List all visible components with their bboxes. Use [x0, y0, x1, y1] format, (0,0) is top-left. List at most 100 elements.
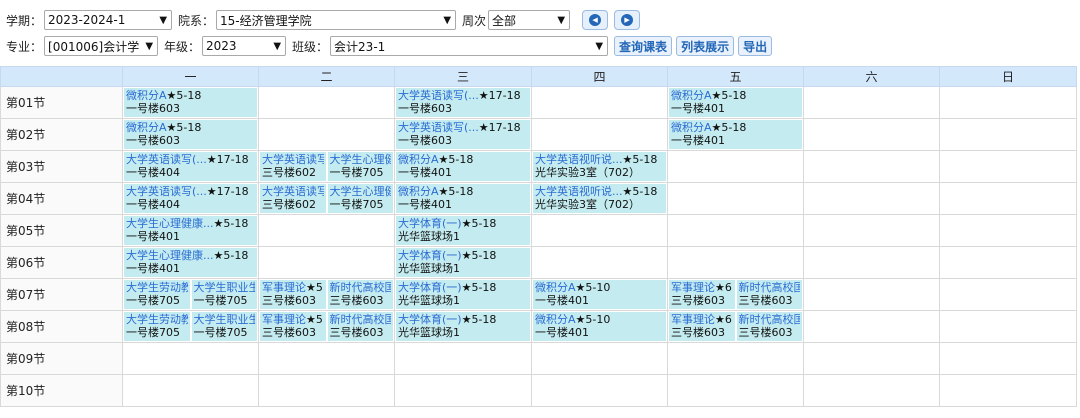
course-block[interactable]: 大学英语读写(...★17-18 一号楼404	[124, 184, 257, 213]
course-name[interactable]: 大学体育(一)	[398, 313, 462, 326]
course-block[interactable]: 新时代高校国 三号楼603	[736, 312, 802, 341]
export-button[interactable]: 导出	[738, 36, 773, 56]
course-block[interactable]: 新时代高校国 三号楼603	[736, 280, 802, 309]
course-block[interactable]: 微积分A★5-10 一号楼401	[533, 312, 666, 341]
course-block[interactable]: 大学体育(一)★5-18 光华篮球场1	[396, 216, 530, 245]
course-block[interactable]: 大学体育(一)★5-18 光华篮球场1	[396, 312, 530, 341]
course-name[interactable]: 新时代高校国	[739, 281, 801, 294]
course-name[interactable]: 微积分A	[398, 185, 439, 198]
course-name[interactable]: 大学生劳动教	[126, 313, 188, 326]
course-block[interactable]: 大学英语读写(...★17-18 一号楼603	[396, 120, 530, 149]
course-block[interactable]: 微积分A★5-18 一号楼401	[669, 88, 802, 117]
course-room: 一号楼705	[126, 326, 180, 339]
course-group: 微积分A★5-18 一号楼603	[124, 88, 257, 117]
course-name[interactable]: 大学生职业生	[194, 313, 256, 326]
course-name[interactable]: 微积分A	[535, 281, 576, 294]
course-name[interactable]: 大学生劳动教	[126, 281, 188, 294]
course-block[interactable]: 新时代高校国 三号楼603	[327, 280, 393, 309]
course-name[interactable]: 大学生心理健康...	[126, 217, 214, 230]
course-block[interactable]: 军事理论★5 三号楼603	[260, 312, 326, 341]
course-block[interactable]: 大学生劳动教 一号楼705	[124, 312, 190, 341]
course-name[interactable]: 大学英语视听说...	[535, 185, 623, 198]
course-weeks: ★5-18	[213, 249, 249, 262]
course-group: 大学英语读写(...★17-18 一号楼603	[396, 88, 530, 117]
course-name[interactable]: 大学英语读写	[262, 185, 324, 198]
course-block[interactable]: 新时代高校国 三号楼603	[327, 312, 393, 341]
course-name[interactable]: 军事理论	[262, 281, 306, 294]
course-name[interactable]: 大学生心理健	[330, 153, 392, 166]
course-block[interactable]: 微积分A★5-18 一号楼401	[669, 120, 802, 149]
course-block[interactable]: 微积分A★5-18 一号楼401	[396, 184, 530, 213]
course-name[interactable]: 微积分A	[398, 153, 439, 166]
course-name[interactable]: 军事理论	[671, 281, 715, 294]
course-name[interactable]: 新时代高校国	[739, 313, 801, 326]
course-name[interactable]: 大学英语读写(...	[398, 89, 479, 102]
grade-select[interactable]: 2023 ▼	[202, 36, 287, 56]
course-name[interactable]: 微积分A	[535, 313, 576, 326]
course-name[interactable]: 微积分A	[126, 121, 167, 134]
course-name[interactable]: 微积分A	[671, 121, 712, 134]
course-name[interactable]: 微积分A	[126, 89, 167, 102]
term-select[interactable]: 2023-2024-1 ▼	[44, 10, 173, 30]
course-block[interactable]: 大学生职业生 一号楼705	[191, 312, 257, 341]
schedule-cell	[258, 118, 395, 151]
course-block[interactable]: 大学英语读写(...★17-18 一号楼603	[396, 88, 530, 117]
course-name[interactable]: 大学生心理健康...	[126, 249, 214, 262]
class-select[interactable]: 会计23-1 ▼	[330, 36, 609, 56]
course-block[interactable]: 微积分A★5-18 一号楼603	[124, 88, 257, 117]
course-weeks: ★5-18	[461, 217, 497, 230]
course-name[interactable]: 大学英语视听说...	[535, 153, 623, 166]
filter-bar: 学期： 2023-2024-1 ▼ 院系： 15-经济管理学院 ▼ 周次 全部 …	[0, 0, 1080, 62]
course-name[interactable]: 大学英语读写	[262, 153, 324, 166]
course-block[interactable]: 大学生心理健 一号楼705	[327, 152, 393, 181]
table-row: 第08节 大学生劳动教 一号楼705 大学生职业生 一号楼705 军事理论★5 三号楼603…	[0, 310, 1077, 343]
course-name[interactable]: 新时代高校国	[330, 281, 392, 294]
course-room: 三号楼603	[738, 326, 793, 339]
course-name[interactable]: 新时代高校国	[330, 313, 392, 326]
course-block[interactable]: 大学英语读写(...★17-18 一号楼404	[124, 152, 257, 181]
course-block[interactable]: 大学体育(一)★5-18 光华篮球场1	[396, 280, 530, 309]
course-block[interactable]: 大学体育(一)★5-18 光华篮球场1	[396, 248, 530, 277]
course-block[interactable]: 微积分A★5-10 一号楼401	[533, 280, 666, 309]
course-block[interactable]: 军事理论★6 三号楼603	[669, 280, 735, 309]
course-block[interactable]: 微积分A★5-18 一号楼603	[124, 120, 257, 149]
course-block[interactable]: 大学生职业生 一号楼705	[191, 280, 257, 309]
course-block[interactable]: 大学英语视听说...★5-18 光华实验3室（702）	[533, 152, 666, 181]
course-name[interactable]: 大学英语读写(...	[126, 153, 207, 166]
next-week-button[interactable]: ▶	[614, 10, 641, 30]
period-label: 第06节	[0, 246, 123, 279]
course-name[interactable]: 微积分A	[671, 89, 712, 102]
course-name[interactable]: 军事理论	[262, 313, 306, 326]
course-room: 一号楼401	[398, 198, 452, 211]
list-view-button[interactable]: 列表展示	[676, 36, 735, 56]
course-name[interactable]: 大学英语读写(...	[126, 185, 207, 198]
course-name[interactable]: 大学体育(一)	[398, 249, 462, 262]
course-block[interactable]: 大学生心理健 一号楼705	[327, 184, 393, 213]
course-block[interactable]: 大学英语视听说...★5-18 光华实验3室（702）	[533, 184, 666, 213]
dept-select[interactable]: 15-经济管理学院 ▼	[216, 10, 457, 30]
week-select[interactable]: 全部 ▼	[488, 10, 571, 30]
arrow-left-icon: ◀	[589, 14, 602, 26]
course-block[interactable]: 微积分A★5-18 一号楼401	[396, 152, 530, 181]
course-name[interactable]: 大学体育(一)	[398, 217, 462, 230]
course-block[interactable]: 军事理论★5 三号楼603	[260, 280, 326, 309]
course-room: 一号楼705	[329, 166, 384, 179]
course-name[interactable]: 大学生心理健	[330, 185, 392, 198]
schedule-cell	[258, 214, 395, 247]
course-name[interactable]: 大学生职业生	[194, 281, 256, 294]
course-block[interactable]: 大学英语读写 三号楼602	[260, 184, 326, 213]
schedule-cell	[939, 246, 1077, 279]
prev-week-button[interactable]: ◀	[582, 10, 609, 30]
course-name[interactable]: 大学英语读写(...	[398, 121, 479, 134]
schedule-cell: 大学体育(一)★5-18 光华篮球场1	[394, 310, 532, 343]
course-name[interactable]: 军事理论	[671, 313, 715, 326]
course-block[interactable]: 大学英语读写 三号楼602	[260, 152, 326, 181]
course-block[interactable]: 大学生劳动教 一号楼705	[124, 280, 190, 309]
course-name[interactable]: 大学体育(一)	[398, 281, 462, 294]
query-schedule-button[interactable]: 查询课表	[614, 36, 673, 56]
major-select[interactable]: [001006]会计学 ▼	[44, 36, 159, 56]
course-block[interactable]: 大学生心理健康...★5-18 一号楼401	[124, 248, 257, 277]
course-block[interactable]: 军事理论★6 三号楼603	[669, 312, 735, 341]
period-label: 第02节	[0, 118, 123, 151]
course-block[interactable]: 大学生心理健康...★5-18 一号楼401	[124, 216, 257, 245]
